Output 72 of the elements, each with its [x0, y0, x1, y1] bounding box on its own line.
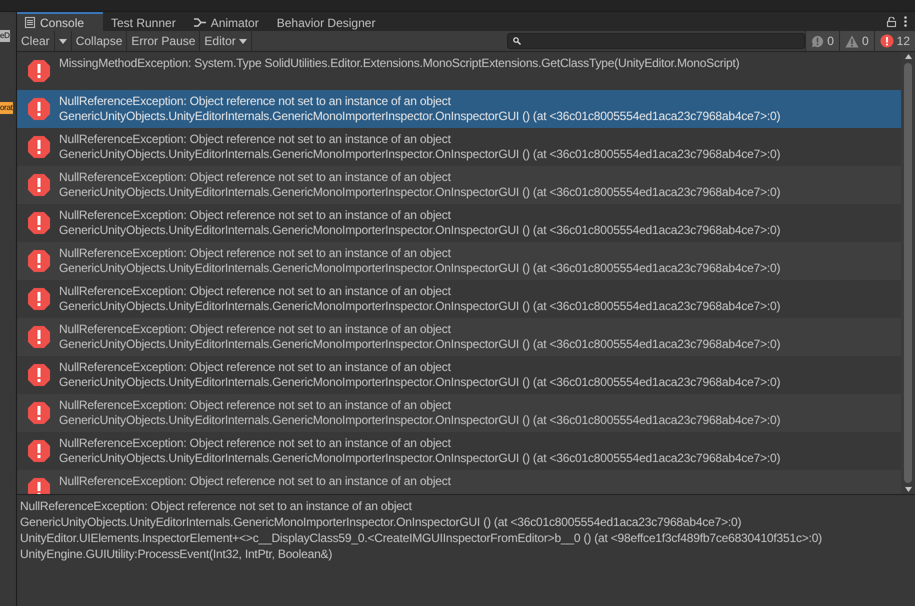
scrollbar[interactable]	[901, 52, 915, 494]
log-message: NullReferenceException: Object reference not set to an instance of an object	[59, 246, 452, 261]
log-message: NullReferenceException: Object reference not set to an instance of an object	[59, 398, 452, 413]
log-message: NullReferenceException: Object reference not set to an instance of an object	[59, 170, 452, 185]
log-entry[interactable]: NullReferenceException: Object reference not set to an instance of an object	[17, 470, 901, 494]
stack-trace-line: GenericUnityObjects.UnityEditorInternals.GenericMonoImporterInspector.OnInspectorGUI () (at <36c01c8005554ed1aca23c7968ab4ce7>:0)	[20, 514, 742, 530]
up-arrow-icon	[904, 54, 912, 59]
error-icon	[27, 173, 51, 197]
counter-toggle[interactable]: 0	[838, 31, 874, 51]
error-icon	[27, 59, 51, 83]
error-icon	[27, 363, 51, 387]
toolbar-button[interactable]: Collapse	[72, 31, 128, 51]
warning-icon	[844, 34, 859, 48]
toolbar-button[interactable]: Clear	[17, 31, 55, 51]
log-message: NullReferenceException: Object reference not set to an instance of an object	[59, 360, 452, 375]
error-icon	[880, 34, 894, 48]
list-icon	[25, 17, 35, 28]
stack-trace-line: NullReferenceException: Object reference not set to an instance of an object	[20, 498, 413, 514]
label-tag: orat	[0, 102, 13, 114]
error-icon	[27, 135, 51, 159]
error-icon	[27, 325, 51, 349]
search-field[interactable]	[507, 33, 806, 49]
log-message: GenericUnityObjects.UnityEditorInternals.GenericMonoImporterInspector.OnInspectorGUI () (at <36c01c8005554ed1aca23c7968ab4ce7>:0)	[59, 223, 780, 238]
log-message: GenericUnityObjects.UnityEditorInternals.GenericMonoImporterInspector.OnInspectorGUI () (at <36c01c8005554ed1aca23c7968ab4ce7>:0)	[59, 413, 780, 428]
log-entry[interactable]	[17, 242, 901, 280]
log-message: GenericUnityObjects.UnityEditorInternals.GenericMonoImporterInspector.OnInspectorGUI () (at <36c01c8005554ed1aca23c7968ab4ce7>:0)	[59, 337, 780, 352]
error-icon	[27, 249, 51, 273]
down-arrow-icon	[904, 487, 912, 492]
lock-icon[interactable]	[887, 16, 896, 26]
error-icon	[27, 287, 51, 311]
log-message: NullReferenceException: Object reference not set to an instance of an object	[59, 474, 451, 489]
log-message: NullReferenceException: Object reference not set to an instance of an object	[59, 322, 452, 337]
log-entry[interactable]	[17, 318, 901, 356]
log-message: NullReferenceException: Object reference not set to an instance of an object	[59, 132, 452, 147]
panel-tab[interactable]: Behavior Designer	[268, 12, 386, 31]
more-icon[interactable]	[904, 16, 907, 27]
log-message: GenericUnityObjects.UnityEditorInternals.GenericMonoImporterInspector.OnInspectorGUI () (at <36c01c8005554ed1aca23c7968ab4ce7>:0)	[59, 451, 780, 466]
scrollbar-thumb[interactable]	[904, 63, 912, 483]
toolbar-button[interactable]: Editor	[200, 31, 252, 51]
toolbar-button[interactable]: Error Pause	[127, 31, 200, 51]
caret-icon	[238, 38, 247, 44]
label-tag: eD	[0, 30, 10, 42]
search-icon	[513, 37, 522, 45]
log-message: GenericUnityObjects.UnityEditorInternals.GenericMonoImporterInspector.OnInspectorGUI () (at <36c01c8005554ed1aca23c7968ab4ce7>:0)	[59, 185, 780, 200]
log-entry[interactable]	[17, 166, 901, 204]
log-entry[interactable]	[17, 90, 901, 128]
branch-icon	[194, 18, 206, 27]
caret-icon	[58, 38, 67, 44]
log-message: GenericUnityObjects.UnityEditorInternals.GenericMonoImporterInspector.OnInspectorGUI () (at <36c01c8005554ed1aca23c7968ab4ce7>:0)	[59, 147, 780, 162]
log-message: GenericUnityObjects.UnityEditorInternals.GenericMonoImporterInspector.OnInspectorGUI () (at <36c01c8005554ed1aca23c7968ab4ce7>:0)	[59, 261, 780, 276]
panel-tab[interactable]: Test Runner	[103, 12, 186, 31]
stack-trace-line: UnityEngine.GUIUtility:ProcessEvent(Int32, IntPtr, Boolean&)	[20, 546, 334, 562]
counter-toggle[interactable]: 12	[874, 31, 915, 51]
log-message: NullReferenceException: Object reference not set to an instance of an object	[59, 94, 452, 109]
log-message: NullReferenceException: Object reference not set to an instance of an object	[59, 284, 452, 299]
panel-tab[interactable]: Console	[17, 12, 103, 31]
info-icon	[811, 34, 824, 48]
error-icon	[27, 439, 51, 463]
counter-toggle[interactable]: 0	[805, 31, 839, 51]
error-icon	[27, 401, 51, 425]
error-icon	[27, 211, 51, 235]
log-message: GenericUnityObjects.UnityEditorInternals.GenericMonoImporterInspector.OnInspectorGUI () (at <36c01c8005554ed1aca23c7968ab4ce7>:0)	[59, 375, 780, 390]
error-icon	[27, 97, 51, 121]
log-message: GenericUnityObjects.UnityEditorInternals.GenericMonoImporterInspector.OnInspectorGUI () (at <36c01c8005554ed1aca23c7968ab4ce7>:0)	[59, 299, 780, 314]
error-icon	[27, 477, 51, 494]
log-message: MissingMethodException: System.Type SolidUtilities.Editor.Extensions.MonoScriptExtensions.GetClassType(UnityEditor.MonoScript)	[59, 56, 740, 71]
log-entry[interactable]	[17, 394, 901, 432]
log-message: NullReferenceException: Object reference not set to an instance of an object	[59, 208, 452, 223]
log-message: NullReferenceException: Object reference not set to an instance of an object	[59, 436, 452, 451]
stack-trace-line: UnityEditor.UIElements.InspectorElement+<>c__DisplayClass59_0.<CreateIMGUIInspectorFromEditor>b__0 () (at <98effce1f3cf489fb7ce6830410f351c>:0)	[20, 530, 823, 546]
log-message: GenericUnityObjects.UnityEditorInternals.GenericMonoImporterInspector.OnInspectorGUI () (at <36c01c8005554ed1aca23c7968ab4ce7>:0)	[59, 109, 780, 124]
panel-tab[interactable]: Animator	[186, 12, 269, 31]
